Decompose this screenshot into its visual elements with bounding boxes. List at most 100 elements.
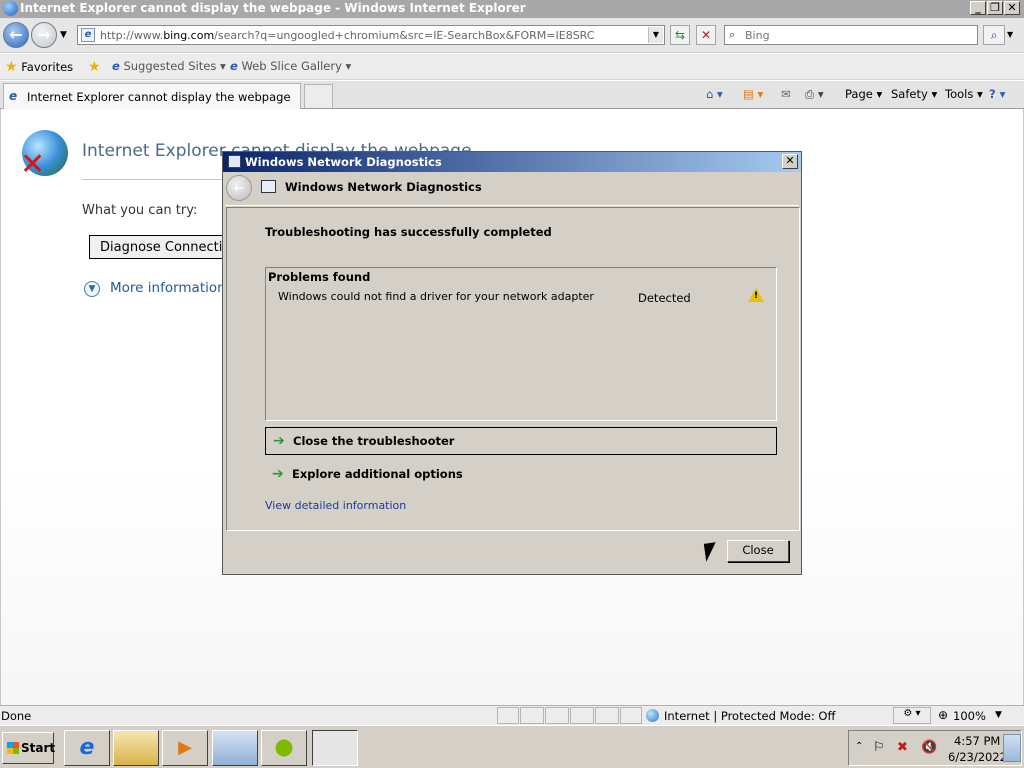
tools-menu[interactable]: Tools ▾ — [945, 87, 983, 101]
zoom-icon: ⊕ — [938, 708, 949, 722]
address-url[interactable]: http://www.bing.com/search?q=ungoogled+c… — [100, 29, 594, 42]
network-diagnostics-icon[interactable] — [312, 730, 358, 766]
warning-mark: ! — [754, 291, 759, 301]
dialog-back-button[interactable]: ← — [226, 175, 252, 201]
show-hidden-icons-icon[interactable]: ⌃ — [855, 741, 863, 752]
explore-options-option[interactable]: ➔ Explore additional options — [265, 461, 777, 489]
network-diagnostics-icon — [228, 155, 241, 168]
status-cell — [595, 707, 619, 724]
forward-button[interactable]: → — [31, 22, 57, 48]
tab-row: e Internet Explorer cannot display the w… — [0, 81, 1024, 109]
read-mail-icon[interactable]: ✉ — [781, 87, 791, 101]
dialog-title-bar[interactable]: Windows Network Diagnostics ✕ — [223, 152, 801, 172]
page-icon: e — [81, 28, 95, 42]
green-arrow-icon: ➔ — [272, 466, 284, 482]
clock-date[interactable]: 6/23/2022 — [948, 750, 1007, 764]
status-cell — [497, 707, 519, 724]
favorites-button[interactable]: ★ Favorites — [5, 59, 73, 75]
back-button[interactable]: ← — [3, 22, 29, 48]
expand-chevron-icon[interactable]: ▼ — [84, 281, 100, 297]
recent-pages-dropdown[interactable]: ▼ — [60, 30, 67, 40]
network-error-icon[interactable]: ✖ — [897, 740, 908, 755]
internet-explorer-icon[interactable]: e — [64, 730, 110, 766]
status-cell — [520, 707, 544, 724]
problem-description[interactable]: Windows could not find a driver for your… — [278, 290, 594, 303]
internet-zone-icon — [646, 709, 659, 722]
taskbar: Start e ▶ ⌃ ⚐ ✖ 🔇 4:57 PM 6/23/2022 — [0, 725, 1024, 768]
address-dropdown-button[interactable]: ▼ — [648, 27, 663, 43]
network-diagnostics-icon — [261, 180, 276, 193]
zoom-dropdown[interactable]: ▼ — [995, 710, 1002, 720]
mouse-cursor-icon — [703, 542, 719, 562]
error-x-icon: ✕ — [20, 147, 46, 182]
add-to-favorites-icon[interactable]: ★ — [88, 59, 101, 75]
favorites-star-icon: ★ — [5, 59, 18, 75]
window-title-bar[interactable]: Internet Explorer cannot display the web… — [0, 0, 1024, 18]
tab-label: Internet Explorer cannot display the web… — [27, 90, 291, 104]
search-provider-icon: ⌕ — [729, 28, 736, 41]
tab-active[interactable]: e Internet Explorer cannot display the w… — [3, 83, 301, 109]
file-explorer-icon[interactable] — [113, 730, 159, 766]
search-options-dropdown[interactable]: ▼ — [1007, 30, 1013, 39]
zoom-level[interactable]: 100% — [953, 709, 986, 723]
clock-time[interactable]: 4:57 PM — [954, 734, 1000, 748]
address-toolbar: ← → ▼ e http://www.bing.com/search?q=ung… — [0, 18, 1024, 53]
close-button[interactable]: Close — [727, 540, 789, 562]
windows-logo-icon[interactable] — [261, 730, 307, 766]
more-information-link[interactable]: More information — [110, 280, 226, 296]
green-arrow-icon: ➔ — [273, 433, 285, 449]
web-slice-gallery-link[interactable]: e Web Slice Gallery ▾ — [230, 59, 351, 73]
status-text: Done — [1, 709, 32, 723]
network-center-icon[interactable] — [212, 730, 258, 766]
view-detailed-information-link[interactable]: View detailed information — [265, 499, 406, 512]
ie-page-icon: e — [230, 59, 238, 73]
dialog-close-button[interactable]: ✕ — [782, 154, 798, 169]
new-tab-button[interactable] — [304, 84, 333, 108]
dialog-title: Windows Network Diagnostics — [245, 155, 442, 169]
option-label: Close the troubleshooter — [293, 434, 455, 448]
status-cell — [620, 707, 642, 724]
start-button[interactable]: Start — [2, 732, 55, 764]
maximize-button[interactable]: ❐ — [987, 1, 1003, 15]
favorites-bar: ★ Favorites ★ e Suggested Sites ▾ e Web … — [0, 54, 1024, 80]
minimize-button[interactable]: _ — [970, 1, 986, 15]
problems-header: Problems found — [268, 270, 371, 284]
dialog-divider — [225, 205, 799, 206]
safety-menu[interactable]: Safety ▾ — [891, 87, 937, 101]
protected-mode-icon[interactable]: ⚙ ▾ — [893, 707, 931, 724]
network-diagnostics-dialog: Windows Network Diagnostics ✕ ← Windows … — [222, 151, 802, 575]
search-input[interactable]: ⌕ Bing — [724, 25, 978, 45]
what-you-can-try-label: What you can try: — [82, 203, 198, 218]
problem-status: Detected — [638, 291, 691, 305]
page-menu[interactable]: Page ▾ — [845, 87, 882, 101]
show-desktop-button[interactable] — [1003, 734, 1021, 762]
search-placeholder: Bing — [745, 29, 770, 42]
help-icon[interactable]: ? ▾ — [989, 87, 1005, 101]
close-troubleshooter-option[interactable]: ➔ Close the troubleshooter — [265, 427, 777, 455]
internet-explorer-icon — [3, 1, 18, 16]
suggested-sites-link[interactable]: e Suggested Sites ▾ — [112, 59, 226, 73]
security-zone-text[interactable]: Internet | Protected Mode: Off — [664, 709, 835, 723]
refresh-icon[interactable]: ⇆ — [670, 25, 690, 45]
address-bar[interactable]: e http://www.bing.com/search?q=ungoogled… — [77, 25, 665, 45]
media-player-icon[interactable]: ▶ — [162, 730, 208, 766]
stop-icon[interactable]: ✕ — [696, 25, 716, 45]
search-icon[interactable]: ⌕ — [983, 25, 1005, 45]
diagnose-connection-button[interactable]: Diagnose Connection Problems — [89, 235, 229, 259]
window-title: Internet Explorer cannot display the web… — [20, 1, 526, 15]
ie-page-icon: e — [112, 59, 120, 73]
status-bar: Done Internet | Protected Mode: Off ⚙ ▾ … — [0, 705, 1024, 725]
dialog-header: Windows Network Diagnostics — [285, 180, 482, 194]
action-center-flag-icon[interactable]: ⚐ — [873, 740, 885, 755]
problems-list: Problems found Windows could not find a … — [265, 267, 777, 421]
option-label: Explore additional options — [292, 467, 463, 481]
windows-logo-icon — [7, 742, 19, 754]
home-icon[interactable]: ⌂ ▾ — [706, 87, 723, 101]
dialog-content: Troubleshooting has successfully complet… — [226, 207, 800, 531]
status-cell — [545, 707, 569, 724]
print-icon[interactable]: ⎙ ▾ — [805, 87, 824, 102]
volume-muted-icon[interactable]: 🔇 — [921, 740, 937, 755]
close-window-button[interactable]: ✕ — [1004, 1, 1020, 15]
status-heading: Troubleshooting has successfully complet… — [265, 225, 552, 239]
feeds-icon[interactable]: ▤ ▾ — [743, 87, 763, 101]
